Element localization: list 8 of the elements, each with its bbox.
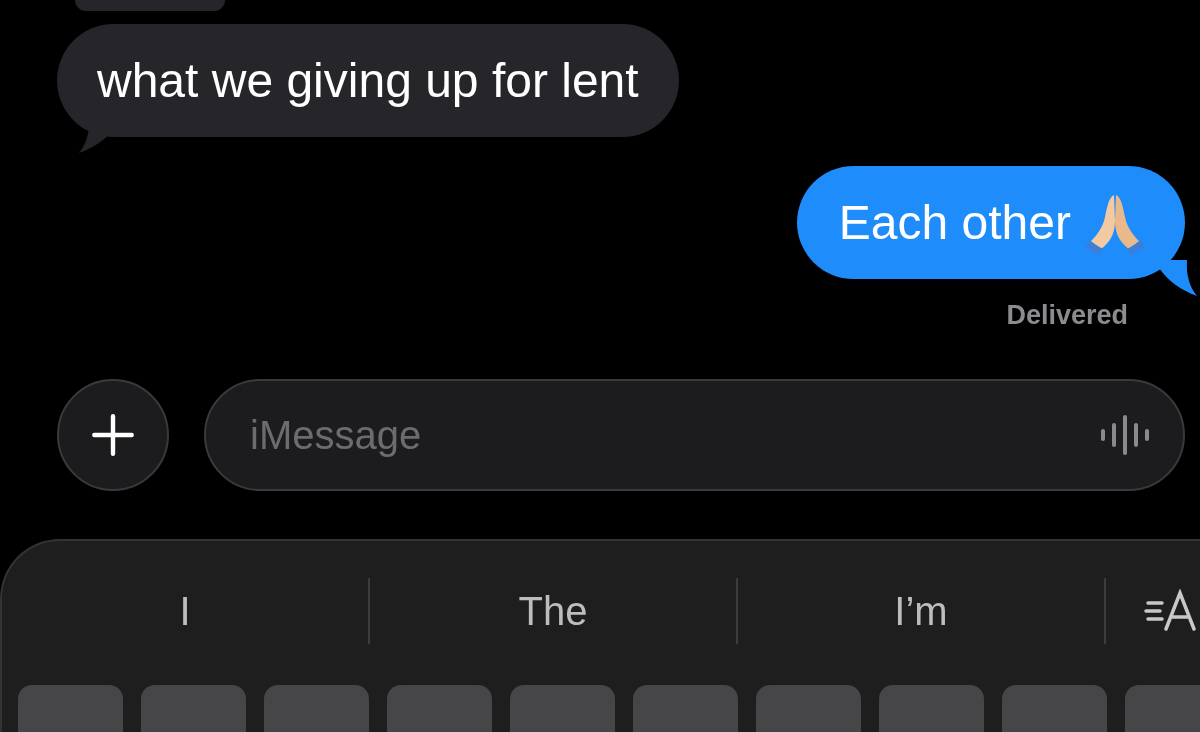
word-suggestion[interactable]: The xyxy=(518,588,588,634)
message-bubble: what we giving up for lent xyxy=(57,24,679,137)
delivery-status: Delivered xyxy=(1006,300,1128,331)
message-field[interactable]: iMessage xyxy=(204,379,1185,491)
word-suggestion[interactable]: I’m xyxy=(894,588,948,634)
plus-icon xyxy=(91,413,135,457)
message-bubble: Each other xyxy=(796,166,1185,279)
word-suggestion[interactable]: I xyxy=(179,588,191,634)
